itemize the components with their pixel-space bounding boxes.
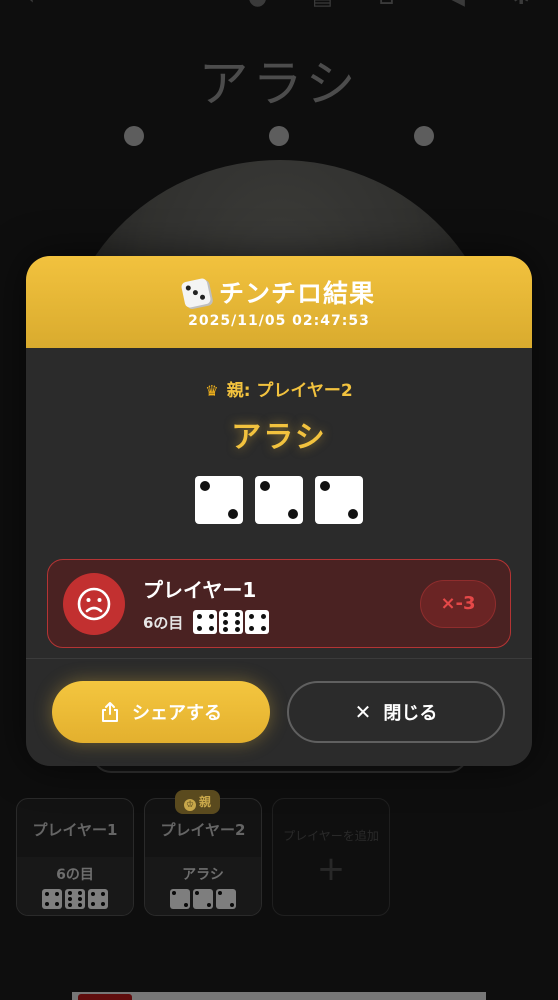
die-pip [248, 613, 254, 619]
share-icon [102, 702, 118, 722]
sad-face-icon [63, 573, 125, 635]
die-pip [199, 480, 210, 491]
die-pip [234, 619, 240, 625]
result-modal: チンチロ結果 2025/11/05 02:47:53 ♛ 親: プレイヤー2 アラ… [26, 256, 532, 766]
die-pip [228, 509, 239, 520]
close-icon: ✕ [354, 700, 372, 724]
die-pip [259, 480, 270, 491]
result-datetime: 2025/11/05 02:47:53 [188, 313, 370, 329]
result-name: アラシ [231, 420, 327, 455]
modal-header: チンチロ結果 2025/11/05 02:47:53 [26, 256, 532, 348]
crown-icon: ♔ [184, 799, 196, 811]
die-face-6 [219, 610, 244, 634]
die-pip [288, 509, 299, 520]
parent-line: ♛ 親: プレイヤー2 [205, 381, 353, 401]
modal-title: チンチロ結果 [218, 279, 375, 308]
game-die-icon [180, 277, 212, 309]
die-pip [222, 612, 228, 618]
share-label: シェアする [132, 703, 222, 724]
die-face-2 [195, 476, 243, 524]
multiplier-badge: ×-3 [420, 580, 496, 628]
close-button[interactable]: ✕ 閉じる [287, 681, 505, 743]
die-pip [260, 625, 266, 631]
die-pip [222, 626, 228, 632]
parent-badge: ♔ 親 [175, 790, 221, 814]
die-pip [208, 625, 214, 631]
die-pip [234, 612, 240, 618]
die-face-2 [315, 476, 363, 524]
die-pip [196, 625, 202, 631]
loser-row: プレイヤー1 6の目 ×-3 [47, 559, 511, 648]
loser-name: プレイヤー1 [143, 578, 257, 602]
loser-dice [193, 610, 270, 634]
result-dice [26, 476, 532, 524]
die-face-4 [193, 610, 218, 634]
die-pip [208, 613, 214, 619]
share-button[interactable]: シェアする [52, 681, 270, 743]
close-label: 閉じる [383, 703, 438, 724]
die-pip [319, 480, 330, 491]
loser-result: 6の目 [143, 613, 184, 632]
die-pip [348, 509, 359, 520]
die-pip [222, 619, 228, 625]
divider [26, 658, 532, 659]
die-pip [248, 625, 254, 631]
crown-icon: ♛ [205, 382, 219, 400]
die-face-4 [245, 610, 270, 634]
die-pip [260, 613, 266, 619]
die-face-2 [255, 476, 303, 524]
die-pip [196, 613, 202, 619]
die-pip [234, 626, 240, 632]
